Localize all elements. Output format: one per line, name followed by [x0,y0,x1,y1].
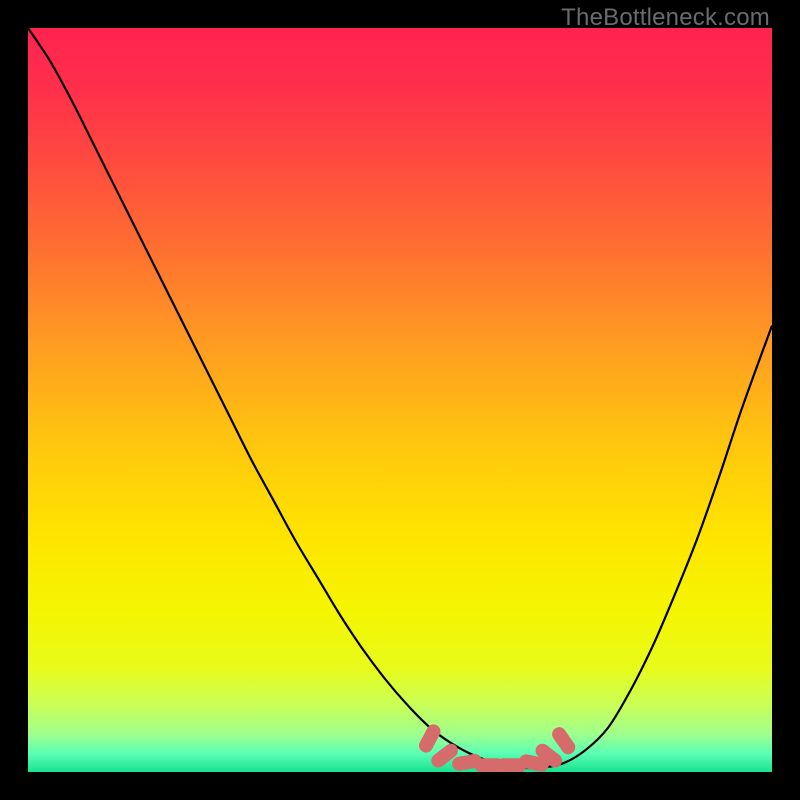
chart-svg [28,28,772,772]
gradient-background [28,28,772,772]
chart-frame: TheBottleneck.com [0,0,800,800]
plot-area [28,28,772,772]
